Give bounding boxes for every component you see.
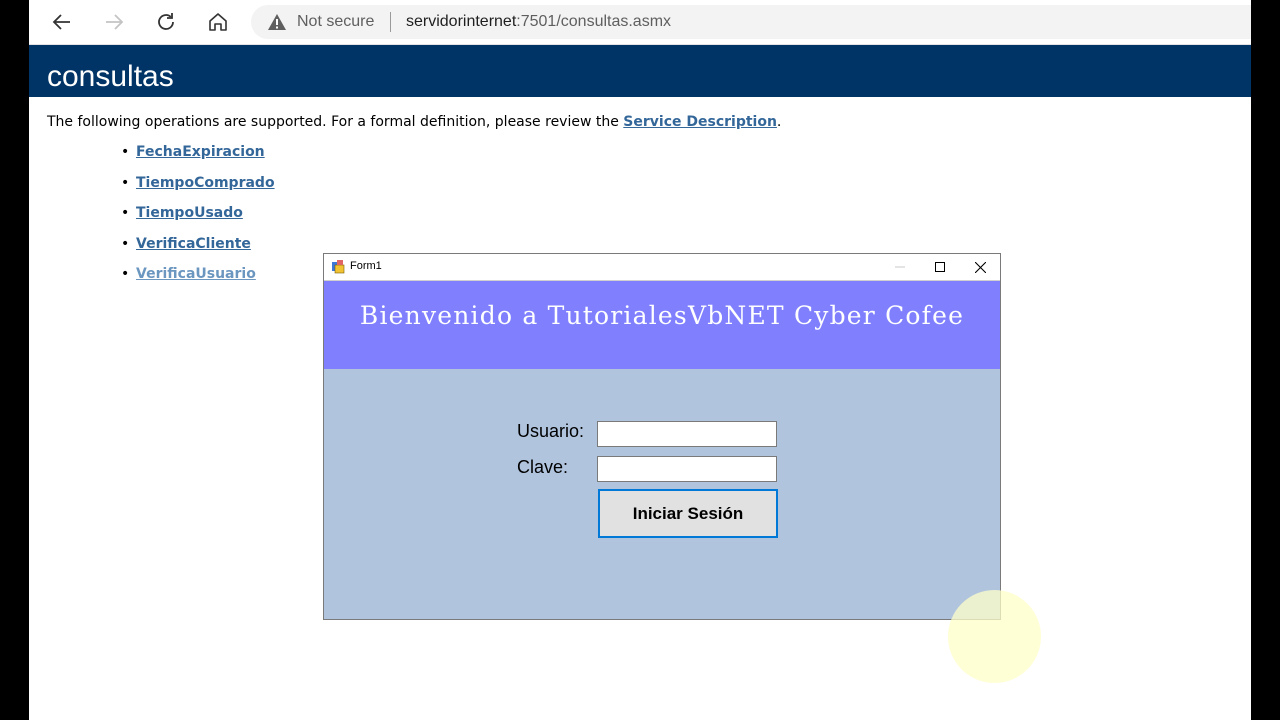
operation-link[interactable]: TiempoComprado [136, 175, 275, 191]
password-label: Clave: [517, 457, 569, 477]
intro-suffix: . [776, 114, 782, 130]
address-separator [390, 12, 391, 32]
refresh-icon [158, 13, 174, 30]
user-input[interactable] [597, 421, 777, 447]
list-item: • TiempoUsado [121, 205, 275, 236]
operation-link[interactable]: FechaExpiracion [136, 144, 265, 160]
maximize-icon [935, 262, 945, 272]
home-icon [209, 13, 227, 31]
warning-icon[interactable] [267, 13, 287, 31]
welcome-banner: Bienvenido a TutorialesVbNET Cyber Cofee [324, 281, 1000, 369]
bullet: • [121, 174, 130, 191]
close-button[interactable] [960, 254, 1000, 280]
user-label: Usuario: [517, 421, 585, 441]
service-description-link[interactable]: Service Description [623, 114, 777, 130]
back-arrow-icon [52, 14, 70, 30]
operation-link[interactable]: TiempoUsado [136, 205, 243, 221]
intro-prefix: The following operations are supported. … [47, 114, 624, 130]
intro-text: The following operations are supported. … [47, 114, 781, 130]
url-host: servidorinternet [406, 13, 517, 30]
minimize-button[interactable] [880, 254, 920, 280]
bullet: • [121, 144, 130, 160]
app-icon [332, 260, 345, 274]
bullet: • [121, 266, 130, 282]
list-item: • VerificaCliente [121, 236, 275, 267]
minimize-icon [895, 266, 905, 268]
operations-list: • FechaExpiracion • TiempoComprado • Tiempo… [121, 144, 275, 297]
screen-edge [1251, 0, 1280, 720]
page-header: consultas [29, 45, 1251, 97]
refresh-button[interactable] [151, 7, 181, 37]
close-icon [974, 261, 986, 273]
security-status[interactable]: Not secure [297, 13, 374, 31]
form-title: Form1 [350, 260, 382, 272]
browser-toolbar: Not secure servidorinternet:7501/consult… [29, 0, 1251, 45]
list-item: • FechaExpiracion [121, 144, 275, 175]
home-button[interactable] [203, 7, 233, 37]
bullet: • [121, 235, 130, 252]
operation-link[interactable]: VerificaCliente [136, 236, 251, 252]
cursor-highlight [948, 590, 1041, 683]
list-item: • TiempoComprado [121, 175, 275, 206]
forward-arrow-icon [106, 14, 124, 30]
address-bar[interactable]: Not secure servidorinternet:7501/consult… [251, 5, 1251, 39]
welcome-text: Bienvenido a TutorialesVbNET Cyber Cofee [359, 301, 965, 330]
page-title: consultas [47, 60, 174, 93]
bullet: • [121, 205, 130, 221]
url-path: :7501/consultas.asmx [516, 13, 672, 30]
form-window: Form1 Bienvenido a TutorialesVbNET Cyber… [323, 253, 1001, 620]
maximize-button[interactable] [920, 254, 960, 280]
login-button[interactable]: Iniciar Sesión [598, 489, 778, 538]
operation-link[interactable]: VerificaUsuario [136, 266, 256, 282]
password-input[interactable] [597, 456, 777, 482]
form-titlebar[interactable]: Form1 [324, 254, 1000, 281]
forward-button[interactable] [99, 7, 129, 37]
back-button[interactable] [47, 7, 77, 37]
url-text[interactable]: servidorinternet:7501/consultas.asmx [406, 13, 671, 31]
list-item: • VerificaUsuario [121, 266, 275, 297]
